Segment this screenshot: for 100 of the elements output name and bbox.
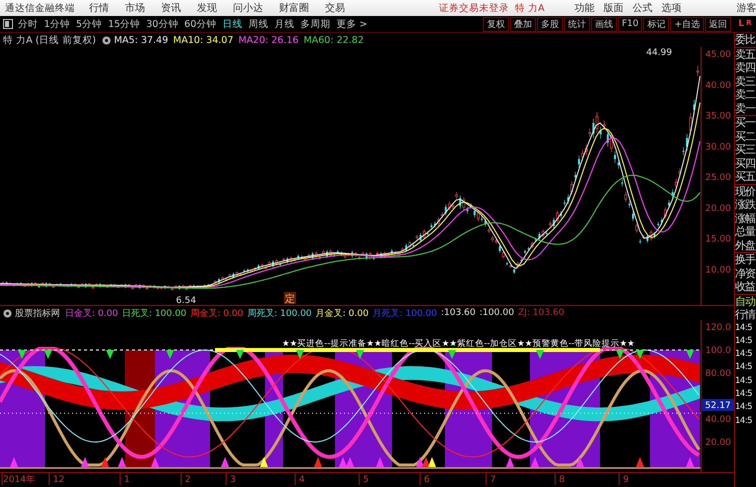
period-tab[interactable]: 多周期 — [300, 18, 330, 30]
mode-label[interactable]: 自动 — [735, 294, 756, 308]
date-label: 8 — [559, 475, 565, 485]
quote-field-label: 买二 — [735, 130, 756, 143]
low-price-label: 6.54 — [176, 296, 196, 305]
menu-item[interactable]: 功能 — [574, 1, 595, 15]
date-label: 2 — [185, 475, 191, 485]
tool-button[interactable]: 标记 — [643, 16, 670, 32]
period-tab[interactable]: 30分钟 — [146, 18, 178, 30]
quote-field-label: 卖五 — [735, 48, 756, 61]
menu-item[interactable]: 行情 — [89, 1, 109, 15]
indicator-value: 日金叉: 0.00 — [65, 308, 118, 320]
axis-label: 30.00 — [705, 142, 731, 152]
tool-button[interactable]: 画线 — [590, 16, 617, 32]
trade-time: 14:5 — [735, 374, 754, 388]
ma-value: MA5: 37.49 — [114, 34, 168, 46]
menu-item[interactable]: 版面 — [604, 1, 624, 15]
ma-value: MA60: 22.82 — [304, 34, 364, 46]
quote-field-label: 卖四 — [735, 61, 756, 74]
ma-value: MA20: 26.16 — [238, 34, 299, 46]
quote-field-label: 外盘 — [735, 238, 756, 252]
period-tab[interactable]: 1分钟 — [44, 18, 70, 30]
period-tab[interactable]: 分时 — [18, 18, 38, 30]
quote-field-label: 卖二 — [735, 88, 756, 102]
axis-label: 40.00 — [705, 80, 731, 91]
stock-tag[interactable]: 特 力A — [515, 2, 545, 14]
quote-field-label: 卖一 — [735, 102, 756, 115]
quote-field-label: 涨幅 — [735, 212, 756, 225]
axis-label: 45.00 — [705, 50, 731, 60]
quote-field-label: 总量 — [735, 225, 756, 238]
indicator-value: 周死叉: 100.00 — [247, 308, 312, 320]
quote-field-label: 委比 — [735, 33, 756, 46]
current-value-tag: 52.17 — [702, 399, 734, 411]
signal-legend: ★★买进色--提示准备★★暗红色--买入区★★紫红色--加仓区★★预警黄色--带风险提示★★ — [282, 339, 635, 349]
menu-item[interactable]: 问小达 — [233, 1, 263, 15]
axis-label: 25.00 — [705, 173, 731, 183]
tool-button[interactable]: 复权 — [482, 16, 509, 32]
menu-item[interactable]: 财富圈 — [279, 1, 309, 15]
period-tab[interactable]: 60分钟 — [184, 18, 216, 30]
axis-label: 35.00 — [705, 112, 731, 122]
tool-button[interactable]: 统计 — [564, 16, 590, 32]
axis-label: 20.00 — [705, 438, 731, 448]
trade-time: 14:5 — [735, 348, 754, 362]
period-tab[interactable]: 日线 — [222, 18, 242, 30]
date-label: 12 — [53, 475, 64, 485]
axis-label: 120.0 — [705, 323, 731, 333]
stock-title: 特 力A (日线 前复权) — [3, 34, 96, 46]
date-label: 5 — [363, 475, 369, 485]
quote-field-label: 换手 — [735, 253, 756, 266]
date-label: 1 — [124, 475, 130, 485]
tool-button[interactable]: 叠加 — [510, 16, 536, 32]
tool-button[interactable]: F10 — [618, 16, 642, 32]
period-tab[interactable]: 月线 — [274, 18, 294, 30]
quote-field-label: 卖三 — [735, 74, 756, 88]
date-label: 3 — [230, 475, 236, 485]
user-label[interactable]: 游客 — [736, 1, 756, 15]
indicator-value: 日死叉: 100.00 — [122, 308, 186, 320]
trade-time: 14:5 — [735, 361, 754, 374]
quote-field-label: 买四 — [735, 156, 756, 170]
axis-label: 100.0 — [705, 346, 731, 356]
indicator-value: :103.60 — [440, 308, 476, 318]
tool-button[interactable]: 多股 — [536, 16, 563, 32]
period-tab[interactable]: 15分钟 — [108, 18, 140, 30]
date-label: 7 — [490, 475, 496, 485]
date-label: 2014年 — [3, 475, 35, 485]
event-marker[interactable]: 定 — [284, 292, 296, 305]
axis-label: 80.00 — [705, 369, 731, 379]
menu-item[interactable]: 选项 — [662, 1, 682, 15]
axis-label: 10.00 — [705, 265, 731, 276]
period-tab[interactable]: 5分钟 — [76, 18, 102, 30]
date-label: 9 — [623, 475, 629, 485]
trade-time: 14:5 — [735, 334, 754, 348]
login-notice[interactable]: 证券交易未登录 — [439, 2, 509, 14]
axis-label: 15.00 — [705, 234, 731, 244]
corner-label: L — [738, 19, 744, 29]
indicator-value: ZJ: 103.60 — [518, 308, 564, 318]
trade-time: 14:5 — [735, 401, 754, 414]
quote-field-label: 涨跌 — [735, 198, 756, 212]
date-label: 6 — [424, 475, 430, 485]
quote-field-label: 买三 — [735, 143, 756, 156]
date-label: 4 — [299, 475, 305, 485]
menu-item[interactable]: 市场 — [125, 1, 145, 15]
period-tab[interactable]: 更多 > — [336, 18, 368, 30]
indicator-name: 股票指标网 — [15, 308, 60, 320]
menu-item[interactable]: 资讯 — [161, 1, 181, 15]
trade-time: 14:5 — [735, 414, 754, 428]
tool-button[interactable]: +自选 — [670, 16, 704, 32]
indicator-value: 月金叉: 0.00 — [316, 308, 369, 320]
ma-value: MA10: 34.07 — [173, 34, 234, 46]
axis-label: 20.00 — [705, 204, 731, 214]
period-tab[interactable]: 周线 — [248, 18, 268, 30]
menu-item[interactable]: 公式 — [632, 1, 653, 15]
quote-field-label: 净资 — [735, 266, 756, 280]
trade-time: 14:5 — [735, 322, 754, 334]
tool-button[interactable]: 返回 — [705, 16, 731, 32]
menu-item[interactable]: 交易 — [325, 1, 345, 15]
indicator-value: 月死叉: 100.00 — [372, 308, 437, 320]
menu-item[interactable]: 发现 — [197, 1, 217, 15]
section-label: 行情 — [735, 308, 756, 322]
indicator-value: 周金叉: 0.00 — [190, 308, 244, 320]
